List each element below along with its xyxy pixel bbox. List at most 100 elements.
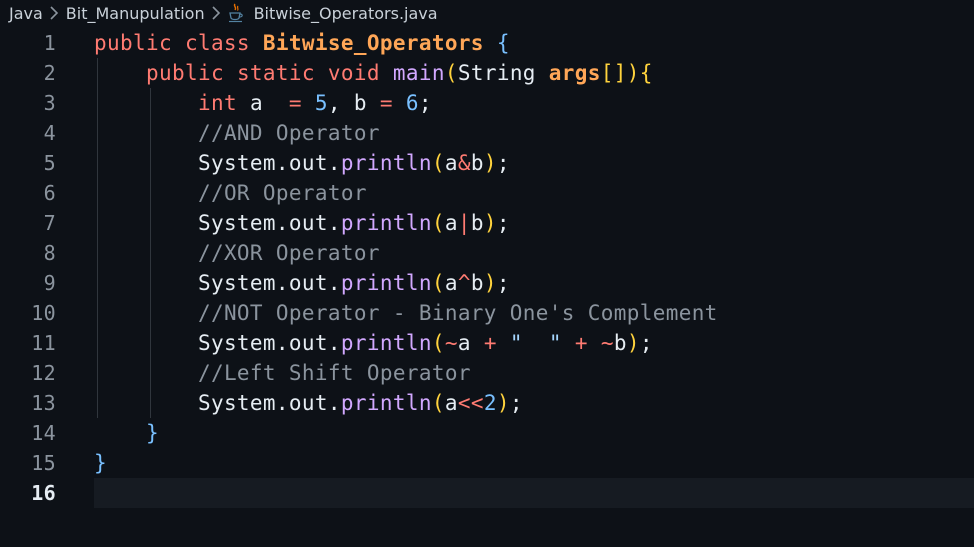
code-token: }	[94, 451, 107, 475]
code-line[interactable]: 2 public static void main(String args[])…	[0, 58, 974, 88]
code-token: (	[431, 331, 445, 355]
code-token: .	[327, 271, 341, 295]
line-content[interactable]: System.out.println(a<<2);	[94, 388, 974, 418]
code-token: b	[470, 211, 484, 235]
code-line[interactable]: 15}	[0, 448, 974, 478]
code-token: )	[483, 151, 497, 175]
line-content[interactable]: System.out.println(~a + " " + ~b);	[94, 328, 974, 358]
code-line[interactable]: 12 //Left Shift Operator	[0, 358, 974, 388]
code-line[interactable]: 4 //AND Operator	[0, 118, 974, 148]
code-token: .	[275, 151, 289, 175]
code-line[interactable]: 14 }	[0, 418, 974, 448]
line-number: 13	[31, 391, 56, 415]
code-line[interactable]: 5 System.out.println(a&b);	[0, 148, 974, 178]
code-token: ~	[444, 331, 458, 355]
line-content[interactable]: public static void main(String args[]){	[94, 58, 974, 88]
line-number: 3	[43, 91, 56, 115]
line-content[interactable]: System.out.println(a|b);	[94, 208, 974, 238]
breadcrumb-item-bit-manupulation[interactable]: Bit_Manupulation	[66, 4, 205, 23]
code-token: args	[548, 61, 601, 85]
line-content[interactable]	[94, 478, 974, 508]
code-line[interactable]: 9 System.out.println(a^b);	[0, 268, 974, 298]
code-token: .	[275, 331, 289, 355]
code-area[interactable]: 1 public class Bitwise_Operators {2 publi…	[0, 28, 974, 508]
code-token: ;	[496, 151, 510, 175]
line-content[interactable]: //OR Operator	[94, 178, 974, 208]
code-line[interactable]: 3 int a = 5, b = 6;	[0, 88, 974, 118]
code-token: []	[600, 61, 627, 85]
code-token: //Left Shift Operator	[197, 361, 471, 385]
line-content[interactable]: int a = 5, b = 6;	[94, 88, 974, 118]
line-content[interactable]: public class Bitwise_Operators {	[94, 28, 974, 58]
code-line[interactable]: 11 System.out.println(~a + " " + ~b);	[0, 328, 974, 358]
code-token: .	[275, 271, 289, 295]
code-line[interactable]: 13 System.out.println(a<<2);	[0, 388, 974, 418]
code-token: }	[145, 421, 159, 445]
code-token: println	[340, 211, 432, 235]
code-editor[interactable]: Java Bit_Manupulation Bitwise_Operators.…	[0, 0, 974, 547]
code-line[interactable]: 7 System.out.println(a|b);	[0, 208, 974, 238]
line-number: 10	[31, 301, 56, 325]
chevron-right-icon	[211, 6, 221, 20]
code-token: .	[327, 211, 341, 235]
code-token: //AND Operator	[197, 121, 380, 145]
code-token: ^	[457, 271, 471, 295]
line-content[interactable]: System.out.println(a^b);	[94, 268, 974, 298]
breadcrumb: Java Bit_Manupulation Bitwise_Operators.…	[0, 0, 438, 26]
line-content[interactable]: System.out.println(a&b);	[94, 148, 974, 178]
line-content[interactable]: }	[94, 418, 974, 448]
code-token: public	[94, 31, 185, 55]
code-token: .	[275, 391, 289, 415]
code-line[interactable]: 16	[0, 478, 974, 508]
code-token: (	[431, 151, 445, 175]
code-token: , b	[327, 91, 380, 115]
code-token: a	[444, 271, 458, 295]
code-token: 2	[483, 391, 497, 415]
code-token: " "	[509, 331, 562, 355]
code-token: ;	[496, 211, 510, 235]
code-token: =	[379, 91, 393, 115]
line-content[interactable]: //AND Operator	[94, 118, 974, 148]
code-token: <<	[457, 391, 484, 415]
code-token: &	[457, 151, 471, 175]
code-token: println	[340, 151, 432, 175]
line-content[interactable]: //NOT Operator - Binary One's Complement	[94, 298, 974, 328]
breadcrumb-item-file[interactable]: Bitwise_Operators.java	[254, 4, 438, 23]
code-token: (	[431, 271, 445, 295]
code-line[interactable]: 6 //OR Operator	[0, 178, 974, 208]
code-token: a	[249, 91, 289, 115]
line-number: 1	[43, 31, 56, 55]
code-token: System	[197, 151, 276, 175]
code-token: .	[327, 331, 341, 355]
line-number: 6	[43, 181, 56, 205]
code-token: //OR Operator	[197, 181, 367, 205]
code-token: =	[288, 91, 302, 115]
code-line[interactable]: 10 //NOT Operator - Binary One's Complem…	[0, 298, 974, 328]
code-token: out	[288, 331, 328, 355]
code-line[interactable]: 1 public class Bitwise_Operators {	[0, 28, 974, 58]
code-token: out	[288, 151, 328, 175]
line-number: 7	[43, 211, 56, 235]
code-line[interactable]: 8 //XOR Operator	[0, 238, 974, 268]
line-number: 11	[31, 331, 56, 355]
line-content[interactable]: }	[94, 448, 974, 478]
breadcrumb-item-java[interactable]: Java	[9, 4, 43, 23]
code-token: 5	[314, 91, 328, 115]
code-token: )	[626, 61, 640, 85]
code-token: .	[275, 211, 289, 235]
code-token: )	[483, 271, 497, 295]
line-content[interactable]: //Left Shift Operator	[94, 358, 974, 388]
code-token: .	[327, 391, 341, 415]
code-token: main	[392, 61, 445, 85]
line-content[interactable]: //XOR Operator	[94, 238, 974, 268]
